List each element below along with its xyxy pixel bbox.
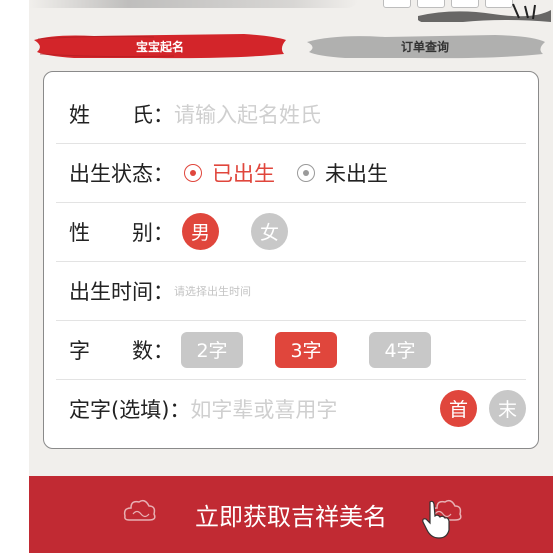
radio-born[interactable]: 已出生 [184,158,275,188]
birth-status-label: 出生状态： [69,161,174,186]
gender-female-button[interactable]: 女 [251,213,288,250]
fixed-char-input[interactable]: 如字辈或喜用字 [190,394,440,424]
top-decoration [29,0,553,22]
tab-label: 宝宝起名 [135,39,184,54]
get-name-button[interactable]: 立即获取吉祥美名 [29,476,553,553]
fixed-char-label: 定字(选填)： [69,397,191,422]
ink-splash-decoration [418,3,551,22]
tab-order-query[interactable]: 订单查询 [305,32,545,60]
radio-unborn-label: 未出生 [325,161,388,186]
radio-unborn[interactable]: 未出生 [297,158,388,188]
fixed-char-row: 定字(选填)： 如字辈或喜用字 首 末 [56,379,526,438]
pointer-hand-icon [422,500,450,539]
get-name-label: 立即获取吉祥美名 [195,503,387,531]
birth-status-row: 出生状态： 已出生 未出生 [56,143,526,203]
char-count-2-button[interactable]: 2字 [181,331,243,368]
tab-label: 订单查询 [400,39,449,54]
birth-time-input[interactable]: 请选择出生时间 [174,283,251,299]
char-count-3-button[interactable]: 3字 [275,331,337,368]
char-count-label: 字 数： [69,338,174,363]
gender-row: 性 别： 男 女 [56,202,526,262]
ink-brush-decoration [29,0,359,8]
surname-input[interactable]: 请输入起名姓氏 [174,99,321,129]
radio-selected-icon [184,163,202,182]
gender-label: 性 别： [69,220,174,245]
surname-label: 姓 氏： [69,102,174,127]
birth-time-label: 出生时间： [69,279,174,304]
position-first-button[interactable]: 首 [440,390,477,427]
position-last-button[interactable]: 末 [489,390,526,427]
birth-time-row: 出生时间： 请选择出生时间 [56,261,526,321]
naming-form: 姓 氏： 请输入起名姓氏 出生状态： 已出生 未出生 性 别： 男 女 出生时间… [43,71,539,449]
radio-unselected-icon [297,163,315,182]
radio-born-label: 已出生 [212,161,275,186]
char-count-row: 字 数： 2字 3字 4字 [56,320,526,380]
toolbar-icon[interactable] [383,0,411,8]
char-count-4-button[interactable]: 4字 [369,331,431,368]
gender-male-button[interactable]: 男 [182,213,219,250]
cloud-ornament-icon [123,499,156,521]
surname-row: 姓 氏： 请输入起名姓氏 [56,84,526,144]
tab-baby-naming[interactable]: 宝宝起名 [34,32,286,60]
